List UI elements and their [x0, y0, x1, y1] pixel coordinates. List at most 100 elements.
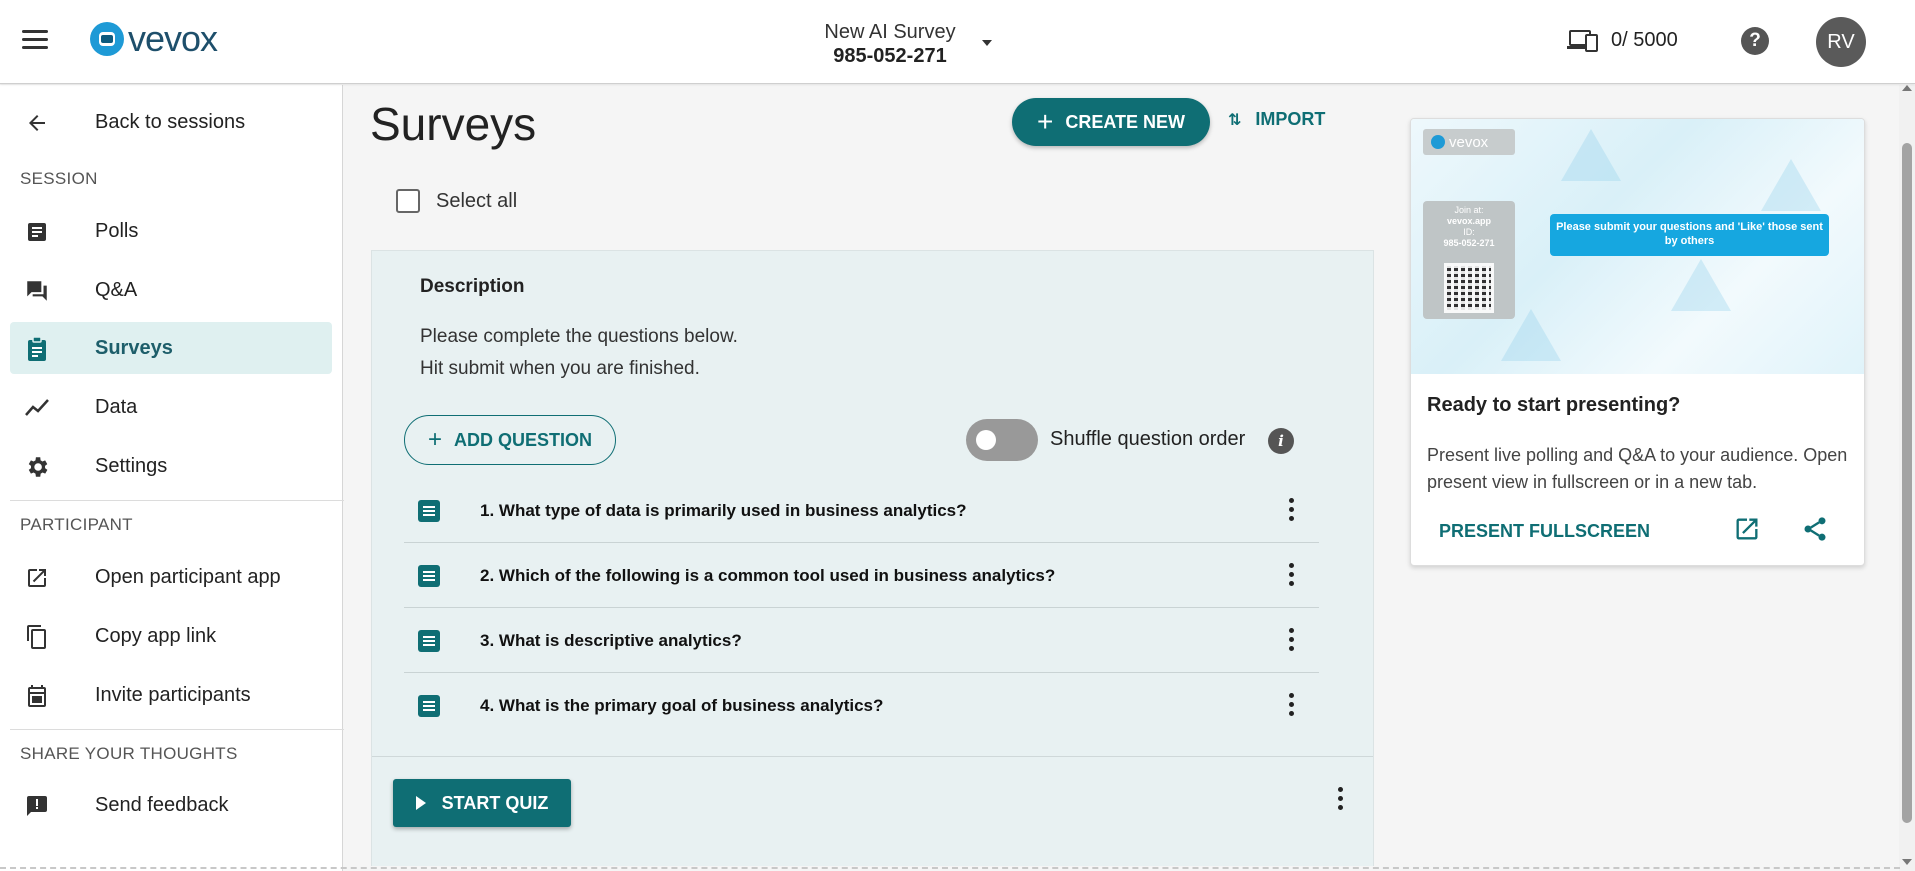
sidebar-item-open-participant-app[interactable]: Open participant app: [10, 551, 332, 603]
back-label: Back to sessions: [95, 110, 246, 133]
more-vert-icon[interactable]: [1289, 498, 1295, 524]
preview-join-panel: Join at: vevox.app ID: 985-052-271: [1423, 201, 1515, 319]
copy-icon: [24, 624, 50, 650]
section-share-thoughts: SHARE YOUR THOUGHTS: [20, 744, 238, 763]
scroll-up-arrow-icon[interactable]: [1902, 85, 1912, 91]
plus-icon: +: [427, 426, 442, 453]
import-sort-icon: ⇅: [1228, 111, 1242, 129]
preview-join-url: vevox.app: [1446, 216, 1492, 226]
main-content: Surveys + CREATE NEW ⇅ IMPORT Select all…: [344, 85, 1897, 871]
sidebar-item-label: Data: [95, 395, 138, 418]
sidebar: Back to sessions SESSION Polls Q&A Surve…: [0, 85, 366, 871]
caret-down-icon[interactable]: [982, 40, 992, 46]
add-question-label: ADD QUESTION: [454, 429, 593, 450]
create-new-button[interactable]: + CREATE NEW: [1012, 98, 1210, 146]
description-text: Please complete the questions below. Hit…: [420, 321, 738, 385]
sidebar-item-surveys[interactable]: Surveys: [10, 322, 332, 374]
vevox-logo[interactable]: vevox: [90, 18, 218, 59]
devices-icon: [1567, 28, 1601, 52]
preview-logo: vevox: [1423, 129, 1515, 155]
sidebar-divider: [10, 500, 366, 501]
qr-code-icon: [1444, 263, 1494, 313]
select-all[interactable]: Select all: [396, 189, 517, 213]
preview-id-label: ID:: [1463, 227, 1475, 237]
more-vert-icon[interactable]: [1289, 563, 1295, 589]
logo-text: vevox: [128, 18, 218, 59]
question-icon: [418, 695, 440, 717]
more-vert-icon[interactable]: [1289, 693, 1295, 719]
more-vert-icon[interactable]: [1289, 628, 1295, 654]
question-row[interactable]: 4. What is the primary goal of business …: [404, 673, 1319, 738]
sidebar-item-settings[interactable]: Settings: [10, 440, 332, 492]
sidebar-divider: [10, 729, 366, 730]
select-all-label: Select all: [436, 189, 518, 212]
presentation-preview[interactable]: vevox Join at: vevox.app ID: 985-052-271…: [1411, 119, 1864, 374]
present-fullscreen-button[interactable]: PRESENT FULLSCREEN: [1439, 521, 1650, 542]
question-text: 3. What is descriptive analytics?: [480, 631, 742, 650]
open-external-icon: [24, 565, 50, 591]
section-participant: PARTICIPANT: [20, 515, 133, 534]
polls-icon: [24, 219, 50, 245]
survey-card: Description Please complete the question…: [371, 250, 1374, 866]
create-new-label: CREATE NEW: [1065, 111, 1186, 132]
question-icon: [418, 630, 440, 652]
participant-count: 0/ 5000: [1611, 28, 1678, 51]
question-row[interactable]: 3. What is descriptive analytics?: [404, 608, 1319, 673]
surveys-icon: [24, 336, 50, 362]
share-icon[interactable]: [1801, 515, 1829, 543]
page-title: Surveys: [370, 98, 537, 150]
gear-icon: [24, 454, 50, 480]
sidebar-item-copy-app-link[interactable]: Copy app link: [10, 610, 332, 662]
open-new-tab-icon[interactable]: [1733, 515, 1761, 543]
plus-icon: +: [1036, 106, 1054, 137]
more-vert-icon[interactable]: [1338, 787, 1344, 813]
arrow-left-icon: [24, 110, 50, 136]
qa-icon: [24, 278, 50, 304]
avatar[interactable]: RV: [1816, 17, 1866, 67]
sidebar-item-label: Open participant app: [95, 565, 281, 588]
ready-title: Ready to start presenting?: [1427, 394, 1681, 416]
shuffle-toggle[interactable]: [966, 419, 1038, 461]
sidebar-item-label: Send feedback: [95, 793, 229, 816]
sidebar-item-label: Surveys: [95, 336, 173, 359]
preview-id-value: 985-052-271: [1443, 238, 1495, 248]
preview-logo-text: vevox: [1449, 133, 1489, 151]
sidebar-item-label: Polls: [95, 219, 139, 242]
session-selector[interactable]: New AI Survey 985-052-271: [800, 20, 980, 68]
top-bar: vevox New AI Survey 985-052-271 0/ 5000 …: [0, 0, 1915, 84]
sidebar-item-label: Invite participants: [95, 683, 251, 706]
sidebar-item-invite-participants[interactable]: Invite participants: [10, 669, 332, 721]
toggle-knob: [976, 430, 996, 450]
data-icon: [24, 395, 50, 421]
question-icon: [418, 565, 440, 587]
present-card: vevox Join at: vevox.app ID: 985-052-271…: [1410, 118, 1865, 566]
scrollbar[interactable]: [1899, 85, 1915, 871]
add-question-button[interactable]: + ADD QUESTION: [404, 415, 616, 465]
vevox-logo-mark: [90, 22, 124, 56]
scroll-down-arrow-icon[interactable]: [1902, 859, 1912, 865]
back-to-sessions[interactable]: Back to sessions: [10, 96, 332, 148]
feedback-icon: [24, 793, 50, 819]
menu-icon[interactable]: [22, 30, 48, 52]
sidebar-item-data[interactable]: Data: [10, 381, 332, 433]
start-quiz-button[interactable]: START QUIZ: [393, 779, 571, 827]
description-line: Hit submit when you are finished.: [420, 358, 700, 379]
select-all-checkbox[interactable]: [396, 189, 420, 213]
question-row[interactable]: 1. What type of data is primarily used i…: [404, 478, 1319, 543]
sidebar-item-qa[interactable]: Q&A: [10, 264, 332, 316]
question-row[interactable]: 2. Which of the following is a common to…: [404, 543, 1319, 608]
calendar-icon: [24, 683, 50, 709]
scroll-thumb[interactable]: [1902, 143, 1912, 823]
start-quiz-label: START QUIZ: [441, 792, 549, 813]
sidebar-item-send-feedback[interactable]: Send feedback: [10, 779, 332, 831]
sidebar-item-label: Q&A: [95, 278, 138, 301]
info-icon[interactable]: i: [1268, 428, 1294, 454]
section-session: SESSION: [20, 169, 98, 188]
bottom-edge: [0, 867, 1900, 869]
help-icon[interactable]: ?: [1741, 27, 1769, 55]
sidebar-item-label: Copy app link: [95, 624, 217, 647]
import-button[interactable]: ⇅ IMPORT: [1228, 109, 1325, 130]
ready-text: Present live polling and Q&A to your aud…: [1427, 445, 1848, 492]
sidebar-item-polls[interactable]: Polls: [10, 205, 332, 257]
question-text: 4. What is the primary goal of business …: [480, 696, 884, 715]
